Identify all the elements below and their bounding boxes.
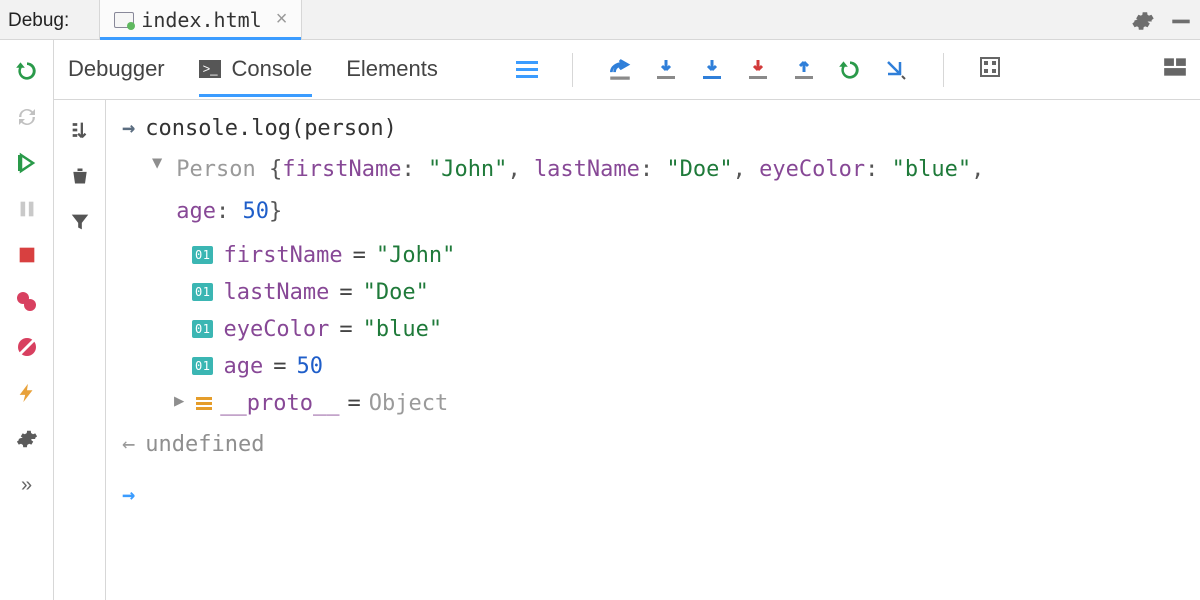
file-tab[interactable]: index.html × — [99, 0, 302, 39]
settings-icon[interactable] — [1132, 10, 1152, 30]
expand-caret-icon[interactable]: ▼ — [152, 147, 162, 179]
minimize-icon[interactable] — [1170, 10, 1190, 30]
evaluate-expression-icon[interactable] — [978, 55, 1004, 85]
run-to-cursor-icon[interactable] — [837, 57, 863, 83]
property-value: "blue" — [363, 317, 442, 342]
console-prompt[interactable]: → — [122, 457, 1184, 508]
panel-title: Debug: — [8, 8, 69, 32]
field-badge-icon: 01 — [192, 357, 213, 375]
tab-elements-label: Elements — [346, 56, 438, 82]
object-property-row[interactable]: 01lastName="Doe" — [122, 274, 1184, 311]
console-object-summary[interactable]: ▼ Person {firstName: "John", lastName: "… — [122, 145, 1184, 237]
equals: = — [347, 391, 360, 416]
proto-label: __proto__ — [220, 391, 339, 416]
console-badge-icon: >_ — [199, 60, 222, 78]
summary-lastName: "Doe" — [666, 157, 732, 182]
property-value: "John" — [376, 243, 455, 268]
object-constructor-name: Person — [176, 157, 255, 182]
toggle-tree-icon[interactable] — [68, 118, 92, 142]
property-name: firstName — [223, 243, 342, 268]
object-property-row[interactable]: 01firstName="John" — [122, 237, 1184, 274]
tab-debugger-label: Debugger — [68, 56, 165, 82]
summary-firstName: "John" — [428, 157, 507, 182]
drop-frame-icon[interactable] — [883, 57, 909, 83]
proto-value: Object — [369, 391, 448, 416]
return-value: undefined — [145, 432, 264, 457]
view-menu-icon[interactable] — [516, 61, 538, 78]
file-tab-label: index.html — [141, 8, 261, 32]
property-name: lastName — [223, 280, 329, 305]
rerun-icon[interactable] — [14, 58, 40, 84]
tab-console[interactable]: >_ Console — [199, 44, 313, 97]
resume-icon[interactable] — [14, 150, 40, 176]
step-over-icon[interactable] — [607, 57, 633, 83]
divider — [943, 53, 944, 87]
breakpoints-icon[interactable] — [14, 288, 40, 314]
stop-icon[interactable] — [14, 242, 40, 268]
smart-step-into-icon[interactable] — [745, 57, 771, 83]
field-badge-icon: 01 — [192, 283, 213, 301]
summary-eyeColor: "blue" — [892, 157, 971, 182]
console-return-row: ← undefined — [122, 416, 1184, 457]
tab-console-label: Console — [231, 56, 312, 82]
filter-icon[interactable] — [68, 210, 92, 234]
more-icon[interactable]: » — [14, 472, 40, 498]
sync-icon — [14, 104, 40, 130]
proto-row[interactable]: ▶ __proto__ = Object — [122, 385, 1184, 416]
collapse-caret-icon[interactable]: ▶ — [174, 391, 184, 411]
divider — [572, 53, 573, 87]
mute-breakpoints-icon[interactable] — [14, 334, 40, 360]
proto-icon — [196, 397, 212, 410]
field-badge-icon: 01 — [192, 320, 213, 338]
debug-settings-icon[interactable] — [14, 426, 40, 452]
property-value: 50 — [296, 354, 323, 379]
property-value: "Doe" — [363, 280, 429, 305]
tab-elements[interactable]: Elements — [346, 44, 438, 97]
console-input-text: console.log(person) — [145, 116, 397, 141]
layout-icon[interactable] — [1162, 54, 1188, 86]
field-badge-icon: 01 — [192, 246, 213, 264]
close-tab-icon[interactable]: × — [276, 8, 288, 31]
pause-icon — [14, 196, 40, 222]
html-file-icon — [114, 10, 133, 29]
force-step-into-icon[interactable] — [699, 57, 725, 83]
console-input-row: → console.log(person) — [122, 112, 1184, 145]
tab-debugger[interactable]: Debugger — [68, 44, 165, 97]
property-name: age — [223, 354, 263, 379]
step-into-icon[interactable] — [653, 57, 679, 83]
lightning-icon[interactable] — [14, 380, 40, 406]
summary-age: 50 — [243, 199, 270, 224]
step-out-icon[interactable] — [791, 57, 817, 83]
object-property-row[interactable]: 01eyeColor="blue" — [122, 311, 1184, 348]
input-arrow-icon: → — [122, 116, 135, 141]
object-property-row[interactable]: 01age=50 — [122, 348, 1184, 385]
clear-console-icon[interactable] — [68, 164, 92, 188]
return-arrow-icon: ← — [122, 432, 135, 457]
property-name: eyeColor — [223, 317, 329, 342]
